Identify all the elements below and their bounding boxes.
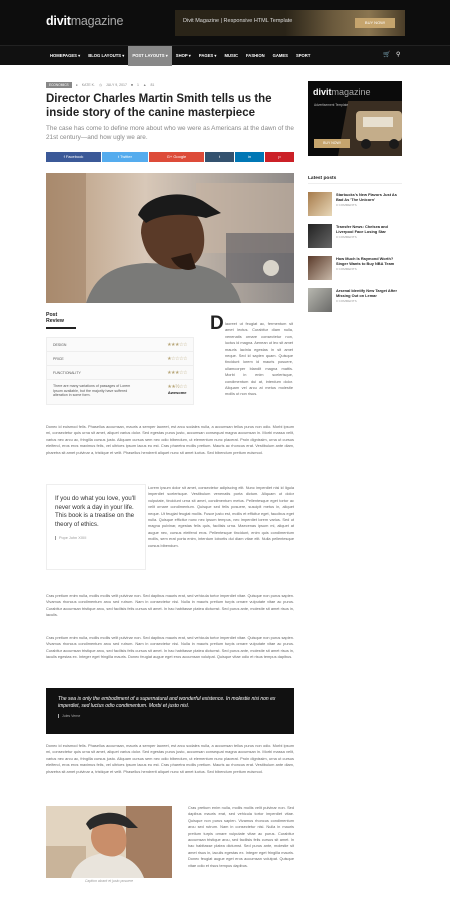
latest-post-item[interactable]: Transfer News: Chelsea and Liverpool Fac… [308, 224, 402, 248]
latest-post-thumbnail[interactable] [308, 256, 332, 280]
latest-post-title[interactable]: Starbucks's New Flavors Just As Bad As '… [336, 192, 402, 202]
header-banner-ad[interactable]: Divit Magazine | Responsive HTML Templat… [175, 10, 405, 36]
latest-post-comments: 0 COMMENTS [336, 203, 357, 207]
review-summary: There are many variations of passages of… [47, 380, 193, 404]
latest-post-thumbnail[interactable] [308, 288, 332, 312]
review-label: DESIGN [53, 342, 67, 347]
review-row: PRICE ★☆☆☆☆ [47, 352, 193, 366]
latest-post-title[interactable]: Transfer News: Chelsea and Liverpool Fac… [336, 224, 402, 234]
paragraph: laoreet ut feugiat ac, fermentum sit ame… [225, 321, 293, 397]
nav-item[interactable]: GAMES [269, 46, 292, 66]
twitter-share-button[interactable]: t Twitter [102, 152, 148, 162]
author-icon: ● [75, 82, 78, 87]
top-bar: divitmagazine Divit Magazine | Responsiv… [0, 0, 450, 45]
latest-post-item[interactable]: Arsenal Identify New Target After Missin… [308, 288, 402, 312]
latest-post-thumbnail[interactable] [308, 192, 332, 216]
paragraph: Lorem ipsum dolor sit amet, consectetur … [148, 485, 294, 548]
nav-item[interactable]: POST LAYOUTS ▾ [128, 46, 172, 66]
review-label: FUNCTIONALITY [53, 370, 81, 375]
post-date: JULY 9, 2017 [106, 82, 127, 87]
share-icon: ▲ [143, 82, 147, 87]
review-summary-text: There are many variations of passages of… [53, 384, 131, 397]
post-title: Director Charles Martin Smith tells us t… [46, 93, 272, 119]
nav-item[interactable]: SHOP ▾ [172, 46, 195, 66]
pull-quote-author: Pope John XXIII [55, 535, 137, 540]
sidebar-ad[interactable]: divitmagazine Advertisement Template BUY… [308, 81, 402, 156]
nav-item[interactable]: SPORT [292, 46, 314, 66]
inline-photo [46, 806, 172, 878]
drop-cap: D [210, 313, 224, 334]
summary-label: Awesome [167, 390, 187, 395]
nav-item[interactable]: MUSIC [220, 46, 242, 66]
hero-image [46, 173, 294, 303]
latest-post-comments: 0 COMMENTS [336, 267, 357, 271]
pull-quote-text: If you do what you love, you'll never wo… [55, 495, 136, 529]
post-review: Post Review DESIGN ★★★☆☆ PRICE ★☆☆☆☆ FUNCT… [46, 312, 194, 405]
latest-posts-heading: Latest posts [308, 176, 402, 184]
block-quote-text: The sea is only the embodiment of a supe… [58, 696, 276, 709]
search-icon[interactable]: ⚲ [396, 51, 400, 58]
rating-stars: ★☆☆☆☆ [167, 355, 187, 362]
review-box: DESIGN ★★★☆☆ PRICE ★☆☆☆☆ FUNCTIONALITY ★★★☆… [46, 337, 194, 405]
share-buttons: f Facebook t Twitter G+ Google t in p [46, 152, 294, 162]
nav-item[interactable]: BLOG LAYOUTS ▾ [84, 46, 128, 66]
latest-post-item[interactable]: How Much Is Raymond Worth? Singer Wants … [308, 256, 402, 280]
nav-item[interactable]: FASHION [242, 46, 269, 66]
photo-caption: Caption alcant et justo posuere [84, 879, 134, 883]
latest-posts: Latest posts Starbucks's New Flavors Jus… [308, 176, 402, 312]
review-heading: Post Review [46, 312, 76, 329]
nav-item[interactable]: HOMEPAGES ▾ [46, 46, 84, 66]
block-quote-author: Jules Verne [58, 714, 282, 718]
review-score: ★★½☆☆ Awesome [167, 384, 187, 400]
rating-stars: ★★★☆☆ [167, 369, 187, 376]
latest-post-comments: 0 COMMENTS [336, 299, 357, 303]
ad-buy-button[interactable]: BUY NOW! [314, 139, 350, 148]
ad-tagline: Advertisement Template [314, 103, 349, 107]
clock-icon: ◷ [98, 82, 103, 87]
review-row: FUNCTIONALITY ★★★☆☆ [47, 366, 193, 380]
category-badge[interactable]: ECONOMICS [46, 81, 72, 88]
review-label: PRICE [53, 356, 64, 361]
post-subtitle: The case has come to define more about w… [46, 125, 294, 141]
facebook-share-button[interactable]: f Facebook [46, 152, 101, 162]
share-count: 81 [150, 82, 155, 87]
nav-item[interactable]: PAGES ▾ [195, 46, 221, 66]
paragraph: Donec id euismod felis. Phasellus accums… [46, 743, 294, 774]
banner-buy-button[interactable]: BUY NOW! [355, 18, 395, 28]
rating-stars: ★★★☆☆ [167, 341, 187, 348]
linkedin-share-button[interactable]: in [235, 152, 264, 162]
latest-post-title[interactable]: Arsenal Identify New Target After Missin… [336, 288, 402, 298]
comment-icon: ■ [130, 82, 134, 87]
pull-quote: If you do what you love, you'll never wo… [46, 484, 146, 570]
latest-post-comments: 0 COMMENTS [336, 235, 357, 239]
main-nav: HOMEPAGES ▾ BLOG LAYOUTS ▾ POST LAYOUTS ▾ S… [0, 45, 450, 66]
review-row: DESIGN ★★★☆☆ [47, 338, 193, 352]
block-quote: The sea is only the embodiment of a supe… [46, 688, 294, 734]
site-logo[interactable]: divitmagazine [46, 14, 124, 28]
paragraph: Donec id euismod felis. Phasellus accums… [46, 424, 294, 455]
tumblr-share-button[interactable]: t [205, 152, 234, 162]
ad-logo: divitmagazine [313, 87, 371, 97]
author-name[interactable]: KATE K. [82, 83, 95, 87]
latest-post-thumbnail[interactable] [308, 224, 332, 248]
banner-text: Divit Magazine | Responsive HTML Templat… [183, 18, 293, 24]
cart-icon[interactable]: 🛒 [383, 51, 390, 58]
comment-count[interactable]: 1 [137, 83, 139, 87]
latest-post-item[interactable]: Starbucks's New Flavors Just As Bad As '… [308, 192, 402, 216]
paragraph: Cras pretium enim nulla, mollis mollis v… [188, 805, 294, 868]
google-share-button[interactable]: G+ Google [149, 152, 204, 162]
pinterest-share-button[interactable]: p [265, 152, 294, 162]
latest-post-title[interactable]: How Much Is Raymond Worth? Singer Wants … [336, 256, 402, 266]
post-meta: ECONOMICS ● KATE K. ◷ JULY 9, 2017 ■ 1 ▲… [46, 81, 154, 88]
paragraph: Cras pretium enim nulla, mollis mollis v… [46, 593, 294, 618]
paragraph: Cras pretium enim nulla, mollis mollis v… [46, 635, 294, 660]
